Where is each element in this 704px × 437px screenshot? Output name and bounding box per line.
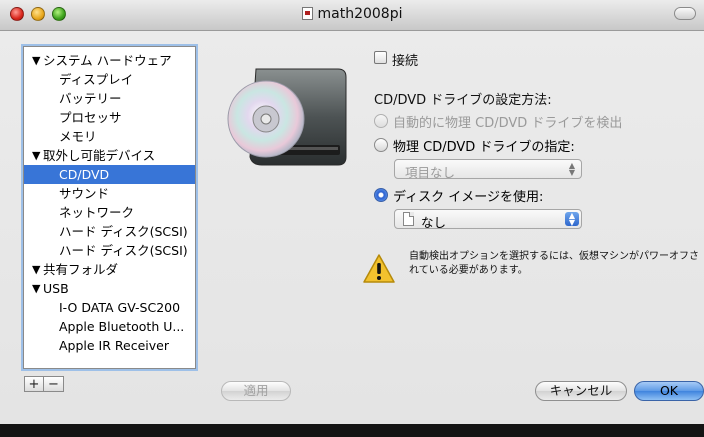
physical-drive-popup-value: 項目なし <box>405 165 456 180</box>
sidebar-item-label: ハード ディスク(SCSI) <box>59 243 188 258</box>
radio-disk-image-label: ディスク イメージを使用: <box>393 190 544 205</box>
document-icon <box>301 7 313 20</box>
disclosure-triangle-icon[interactable]: ▼ <box>32 51 40 70</box>
sidebar-item[interactable]: Apple Bluetooth U... <box>24 317 195 336</box>
sidebar-item-label: ネットワーク <box>59 205 135 220</box>
settings-window: math2008pi ▼ システム ハードウェア ディスプレイ バッテリー プロセッサメ… <box>0 0 704 424</box>
sidebar-item-label: ハード ディスク(SCSI) <box>59 224 188 239</box>
sidebar-item[interactable]: サウンド <box>24 184 195 203</box>
sidebar-item-label: サウンド <box>59 186 110 201</box>
sidebar-item[interactable]: ▼ システム ハードウェア <box>24 51 195 70</box>
desktop-background <box>0 424 704 437</box>
radio-physical-drive-button[interactable] <box>374 138 388 152</box>
sidebar-item-label: CD/DVD <box>59 167 110 182</box>
device-list[interactable]: ▼ システム ハードウェア ディスプレイ バッテリー プロセッサ メモリ ▼ 取外し可能デバイ… <box>23 46 196 369</box>
radio-auto-detect-label: 自動的に物理 CD/DVD ドライブを検出 <box>393 116 623 131</box>
toolbar-toggle-button[interactable] <box>674 7 696 20</box>
sidebar-item[interactable]: I-O DATA GV-SC200 <box>24 298 195 317</box>
connect-label: 接続 <box>392 54 419 69</box>
cd-drive-icon <box>227 68 347 166</box>
drive-setting-label: CD/DVD ドライブの設定方法: <box>374 93 552 108</box>
sidebar-item-label: I-O DATA GV-SC200 <box>59 300 181 315</box>
sidebar-item[interactable]: ▼ USB <box>24 279 195 298</box>
sidebar-item-label: システム ハードウェア <box>43 53 172 68</box>
radio-auto-detect-button[interactable] <box>374 114 388 128</box>
sidebar-item[interactable]: ハード ディスク(SCSI) <box>24 222 195 241</box>
popup-arrows-icon: ▲ ▼ <box>568 161 576 177</box>
list-buttons: + − <box>24 376 64 393</box>
warning-icon <box>363 254 395 283</box>
warning-message: 自動検出オプションを選択するには、仮想マシンがパワーオフされている必要があります… <box>409 251 699 276</box>
sidebar-item[interactable]: ディスプレイ <box>24 70 195 89</box>
connect-checkbox[interactable] <box>374 51 387 64</box>
popup-arrows-icon: ▲ ▼ <box>565 212 579 227</box>
add-device-button[interactable]: + <box>24 376 44 392</box>
sidebar-item[interactable]: CD/DVD <box>24 165 195 184</box>
disclosure-triangle-icon[interactable]: ▼ <box>32 260 40 279</box>
title-bar[interactable]: math2008pi <box>0 0 704 31</box>
sidebar-item-label: ディスプレイ <box>59 72 134 87</box>
sidebar-item-label: プロセッサ <box>59 110 122 125</box>
sidebar-item[interactable]: ▼ 取外し可能デバイス <box>24 146 195 165</box>
disclosure-triangle-icon[interactable]: ▼ <box>32 279 40 298</box>
radio-disk-image-button[interactable] <box>374 188 388 202</box>
physical-drive-popup[interactable]: 項目なし ▲ ▼ <box>394 159 582 180</box>
radio-physical-drive-label: 物理 CD/DVD ドライブの指定: <box>393 140 575 155</box>
disk-image-popup[interactable]: なし ▲ ▼ <box>394 209 582 230</box>
window-title: math2008pi <box>0 6 704 22</box>
sidebar-item[interactable]: ハード ディスク(SCSI) <box>24 241 195 260</box>
remove-device-button[interactable]: − <box>44 376 64 392</box>
sidebar-item-label: メモリ <box>59 129 97 144</box>
sidebar-item[interactable]: ネットワーク <box>24 203 195 222</box>
apply-button[interactable]: 適用 <box>221 381 291 401</box>
file-icon <box>403 212 414 226</box>
sidebar-item-label: 取外し可能デバイス <box>43 148 156 163</box>
disclosure-triangle-icon[interactable]: ▼ <box>32 146 40 165</box>
cancel-button[interactable]: キャンセル <box>535 381 627 401</box>
sidebar-item[interactable]: Apple IR Receiver <box>24 336 195 355</box>
sidebar-item[interactable]: メモリ <box>24 127 195 146</box>
sidebar-item-label: バッテリー <box>59 91 122 106</box>
sidebar-item-label: 共有フォルダ <box>43 262 119 277</box>
sidebar-item-label: Apple Bluetooth U... <box>59 319 185 334</box>
ok-button[interactable]: OK <box>634 381 704 401</box>
disk-image-popup-value: なし <box>421 215 447 230</box>
sidebar-item-label: USB <box>43 281 69 296</box>
sidebar-item-label: Apple IR Receiver <box>59 338 169 353</box>
sidebar-item[interactable]: バッテリー <box>24 89 195 108</box>
content-area: ▼ システム ハードウェア ディスプレイ バッテリー プロセッサ メモリ ▼ 取外し可能デバイ… <box>0 31 704 424</box>
sidebar-item[interactable]: ▼ 共有フォルダ <box>24 260 195 279</box>
window-title-text: math2008pi <box>317 6 403 22</box>
sidebar-item[interactable]: プロセッサ <box>24 108 195 127</box>
